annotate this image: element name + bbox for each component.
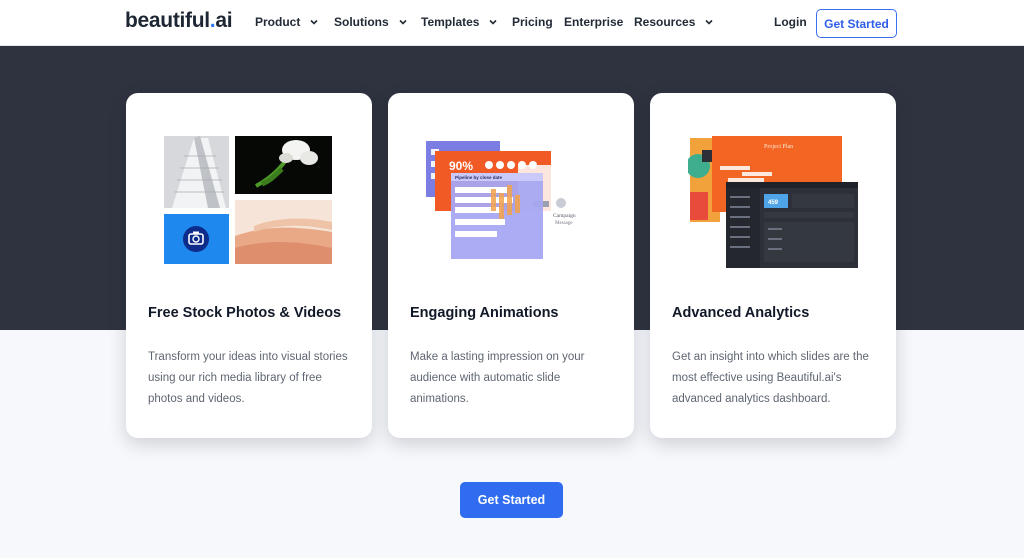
nav-item-product[interactable]: Product: [255, 15, 319, 29]
nav-item-enterprise[interactable]: Enterprise: [564, 15, 623, 29]
nav-item-pricing[interactable]: Pricing: [512, 15, 553, 29]
beautiful-ai-logo[interactable]: beautiful.ai: [125, 9, 233, 33]
feature-card-analytics: Project Plan 459 Advanced Analytics Get …: [650, 93, 896, 438]
nav-item-solutions[interactable]: Solutions: [334, 15, 408, 29]
login-link[interactable]: Login: [774, 15, 807, 29]
feature-card-stock-photos: Free Stock Photos & Videos Transform you…: [126, 93, 372, 438]
svg-text:Pipeline by close date: Pipeline by close date: [455, 175, 503, 180]
chevron-down-icon: [399, 19, 407, 25]
card-description: Make a lasting impression on your audien…: [410, 351, 585, 405]
nav-item-resources[interactable]: Resources: [634, 15, 714, 29]
svg-text:90%: 90%: [449, 159, 473, 173]
chevron-down-icon: [310, 19, 318, 25]
chevron-down-icon: [489, 19, 498, 25]
top-navigation: beautiful.ai Product Solutions Templates…: [0, 0, 1024, 46]
card-title: Advanced Analytics: [672, 305, 810, 321]
analytics-dashboard-illustration: Project Plan 459: [688, 136, 858, 268]
svg-text:459: 459: [768, 200, 779, 206]
card-title: Engaging Animations: [410, 305, 559, 321]
nav-get-started-button[interactable]: Get Started: [816, 9, 897, 38]
nav-item-templates[interactable]: Templates: [421, 15, 498, 29]
card-description: Get an insight into which slides are the…: [672, 351, 869, 405]
svg-text:Message: Message: [555, 221, 573, 226]
chevron-down-icon: [705, 19, 713, 25]
feature-card-animations: 90% Campaign Message Pipeline by close d…: [388, 93, 634, 438]
photo-collage-illustration: [164, 136, 332, 264]
svg-text:Campaign: Campaign: [553, 213, 576, 219]
card-title: Free Stock Photos & Videos: [148, 305, 342, 321]
animated-slides-illustration: 90% Campaign Message Pipeline by close d…: [426, 141, 596, 259]
svg-text:Project Plan: Project Plan: [764, 144, 793, 150]
get-started-button[interactable]: Get Started: [460, 482, 563, 518]
card-description: Transform your ideas into visual stories…: [148, 351, 348, 405]
